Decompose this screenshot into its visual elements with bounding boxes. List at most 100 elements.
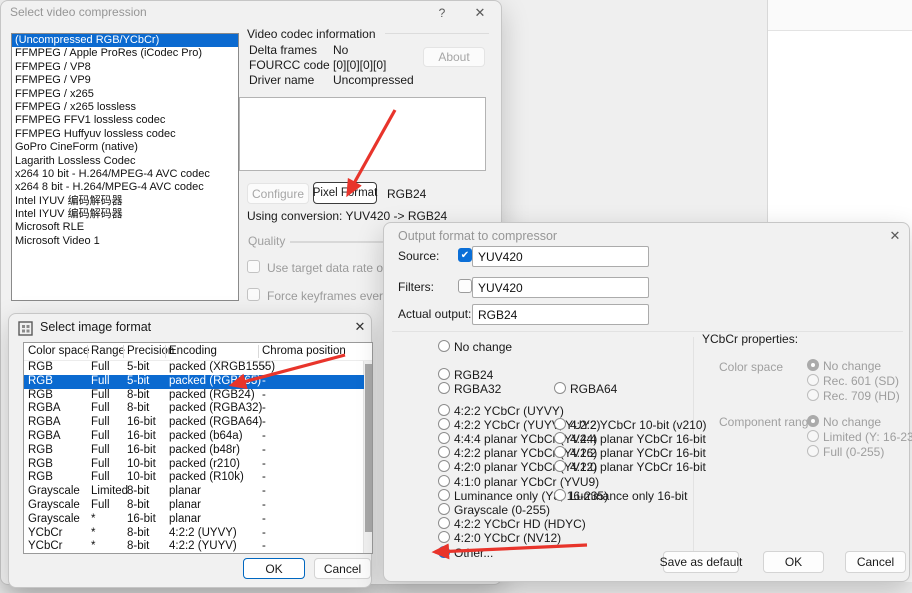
format-option-radio[interactable] <box>438 382 450 394</box>
close-button[interactable]: ✕ <box>469 4 491 21</box>
table-cell: * <box>91 527 95 541</box>
cancel-button[interactable]: Cancel <box>845 551 906 573</box>
ok-button[interactable]: OK <box>243 558 305 579</box>
table-row[interactable]: RGBFull10-bitpacked (r210)- <box>24 458 364 472</box>
table-cell: RGBA <box>28 402 61 416</box>
table-row[interactable]: RGBFull5-bitpacked (XRGB1555)- <box>24 361 364 375</box>
format-option-radio[interactable] <box>438 475 450 487</box>
format-option-radio[interactable] <box>438 531 450 543</box>
table-scrollbar[interactable] <box>363 361 372 554</box>
scrollbar-thumb[interactable] <box>365 364 372 532</box>
codec-item[interactable]: Lagarith Lossless Codec <box>12 155 238 168</box>
format-option-radio[interactable] <box>438 446 450 458</box>
codec-item[interactable]: (Uncompressed RGB/YCbCr) <box>12 34 238 47</box>
table-row[interactable]: YCbCr*8-bit4:2:2 (UYVY)- <box>24 527 364 541</box>
codec-item[interactable]: x264 10 bit - H.264/MPEG-4 AVC codec <box>12 168 238 181</box>
format-option-radio[interactable] <box>438 546 450 558</box>
force-keyframes-checkbox <box>247 288 260 301</box>
codec-item[interactable]: FFMPEG / VP8 <box>12 61 238 74</box>
codec-item[interactable]: Microsoft RLE <box>12 221 238 234</box>
format-option-radio[interactable] <box>438 404 450 416</box>
close-button[interactable]: ✕ <box>349 318 371 335</box>
filters-checkbox[interactable] <box>458 279 472 293</box>
table-cell: Full <box>91 458 110 472</box>
codec-item[interactable]: FFMPEG / x265 lossless <box>12 101 238 114</box>
format-option-radio[interactable] <box>438 368 450 380</box>
save-as-default-button[interactable]: Save as default <box>663 551 739 573</box>
table-row[interactable]: RGBFull5-bitpacked (RGB565)- <box>24 375 364 389</box>
filters-input[interactable] <box>472 277 649 298</box>
codec-item[interactable]: FFMPEG Huffyuv lossless codec <box>12 128 238 141</box>
table-header-cell: Encoding <box>169 345 217 357</box>
color-space-label: Color space <box>719 360 783 374</box>
table-row[interactable]: GrayscaleLimited8-bitplanar- <box>24 485 364 499</box>
dialog-title: Select video compression <box>10 5 147 19</box>
codec-listbox: (Uncompressed RGB/YCbCr)FFMPEG / Apple P… <box>11 33 239 301</box>
format-option-radio[interactable] <box>554 418 566 430</box>
table-cell: RGBA <box>28 416 61 430</box>
close-button[interactable]: ✕ <box>884 227 906 244</box>
codec-item[interactable]: FFMPEG FFV1 lossless codec <box>12 114 238 127</box>
table-cell: Full <box>91 361 110 375</box>
codec-item[interactable]: GoPro CineForm (native) <box>12 141 238 154</box>
actual-output-label: Actual output: <box>398 307 471 321</box>
table-row[interactable]: RGBFull10-bitpacked (R10k)- <box>24 471 364 485</box>
table-row[interactable]: RGBAFull16-bitpacked (b64a)- <box>24 430 364 444</box>
ycbcr-option-radio <box>807 389 819 401</box>
format-option-label: 4:2:2 YCbCr (UYVY) <box>454 404 564 418</box>
table-cell: - <box>262 485 266 499</box>
table-row[interactable]: RGBAFull8-bitpacked (RGBA32)- <box>24 402 364 416</box>
pixel-format-button[interactable]: Pixel Format <box>313 182 377 204</box>
table-cell: 8-bit <box>127 389 149 403</box>
table-row[interactable]: RGBAFull16-bitpacked (RGBA64)- <box>24 416 364 430</box>
table-cell: Full <box>91 471 110 485</box>
format-option-radio[interactable] <box>554 382 566 394</box>
codec-item[interactable]: Intel IYUV 编码解码器 <box>12 208 238 221</box>
table-row[interactable]: RGBFull16-bitpacked (b48r)- <box>24 444 364 458</box>
help-button[interactable]: ? <box>431 4 453 21</box>
about-button: About <box>423 47 485 67</box>
codec-item[interactable]: x264 8 bit - H.264/MPEG-4 AVC codec <box>12 181 238 194</box>
ycbcr-option-label: No change <box>823 415 881 429</box>
table-cell: - <box>262 513 266 527</box>
table-cell: packed (RGBA32) <box>169 402 262 416</box>
codec-item[interactable]: Microsoft Video 1 <box>12 235 238 248</box>
table-cell: 4:2:2 (YUYV) <box>169 540 237 554</box>
format-option-radio[interactable] <box>438 503 450 515</box>
format-option-radio[interactable] <box>438 517 450 529</box>
table-cell: - <box>262 540 266 554</box>
codec-item[interactable]: FFMPEG / VP9 <box>12 74 238 87</box>
conversion-status: Using conversion: YUV420 -> RGB24 <box>247 209 447 223</box>
table-row[interactable]: Grayscale*16-bitplanar- <box>24 513 364 527</box>
codec-item[interactable]: FFMPEG / Apple ProRes (iCodec Pro) <box>12 47 238 60</box>
table-cell: - <box>262 499 266 513</box>
format-option-radio[interactable] <box>438 418 450 430</box>
ycbcr-option-radio <box>807 359 819 371</box>
ok-button[interactable]: OK <box>763 551 824 573</box>
format-option-radio[interactable] <box>438 489 450 501</box>
info-row-value: [0][0][0][0] <box>333 58 386 72</box>
format-option-radio[interactable] <box>438 340 450 352</box>
actual-output-input[interactable] <box>472 304 649 325</box>
table-cell: - <box>262 389 266 403</box>
table-cell: RGB <box>28 361 53 375</box>
table-cell: RGB <box>28 444 53 458</box>
format-option-radio[interactable] <box>438 432 450 444</box>
format-option-radio[interactable] <box>438 460 450 472</box>
cancel-button[interactable]: Cancel <box>314 558 371 579</box>
source-input[interactable] <box>472 246 649 267</box>
source-checkbox[interactable] <box>458 248 472 262</box>
table-cell: RGB <box>28 389 53 403</box>
desktop: Select video compression ? ✕ (Uncompress… <box>0 0 912 593</box>
table-cell: Full <box>91 375 110 389</box>
format-option-radio[interactable] <box>554 489 566 501</box>
codec-item[interactable]: Intel IYUV 编码解码器 <box>12 195 238 208</box>
table-row[interactable]: RGBFull8-bitpacked (RGB24)- <box>24 389 364 403</box>
table-row[interactable]: GrayscaleFull8-bitplanar- <box>24 499 364 513</box>
format-option-radio[interactable] <box>554 432 566 444</box>
codec-item[interactable]: FFMPEG / x265 <box>12 88 238 101</box>
table-row[interactable]: YCbCr*8-bit4:2:2 (YUYV)- <box>24 540 364 554</box>
table-cell: - <box>262 416 266 430</box>
dialog-select-image-format: Select image format ✕ Color spaceRangePr… <box>8 313 372 588</box>
table-cell: packed (R10k) <box>169 471 244 485</box>
